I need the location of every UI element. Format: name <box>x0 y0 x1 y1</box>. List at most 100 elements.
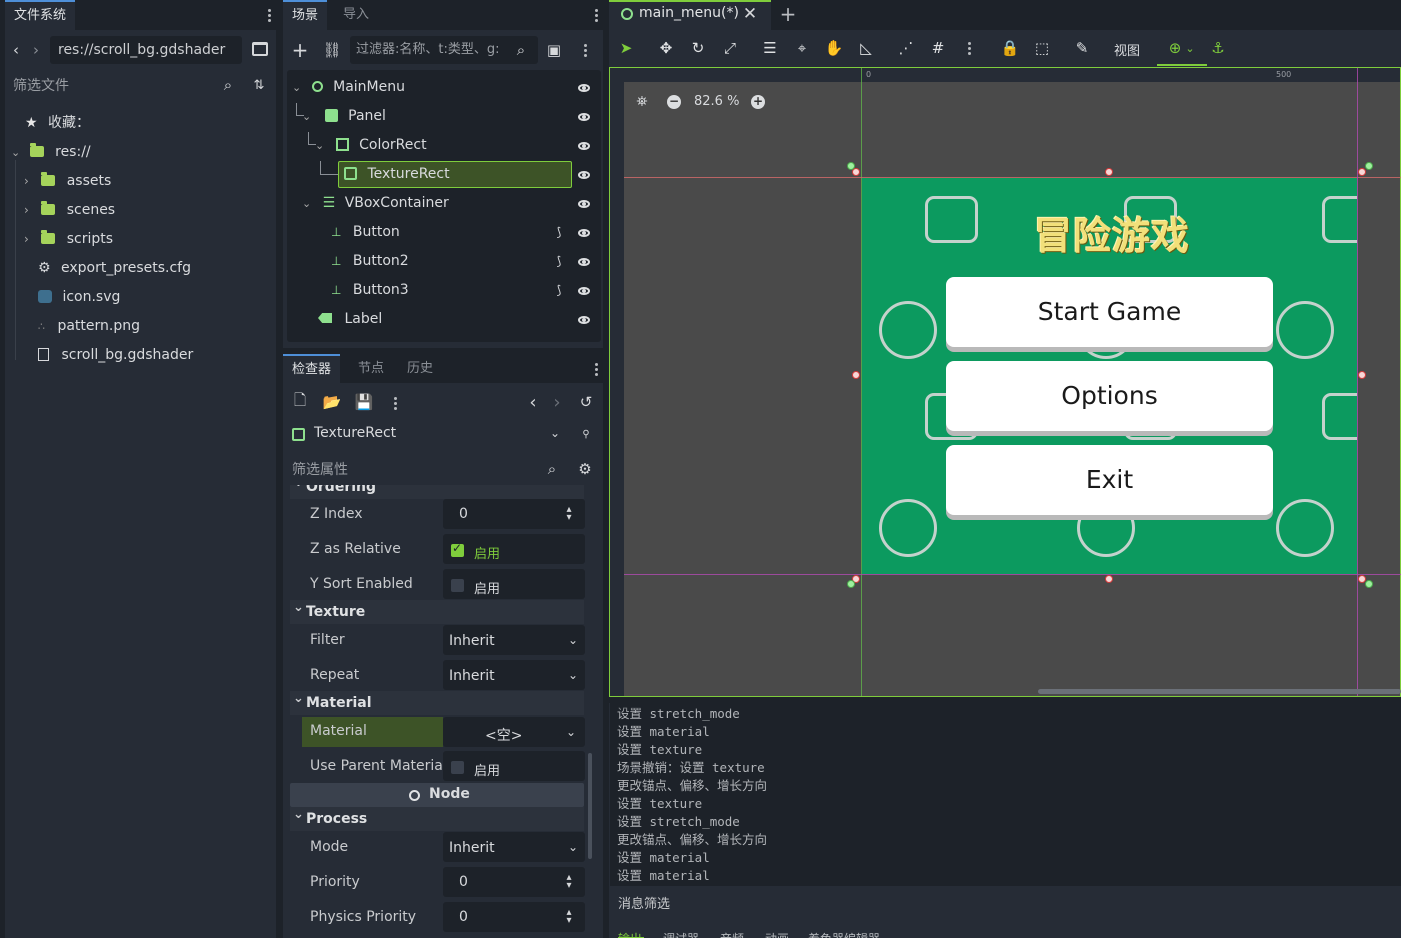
scene-node-button[interactable]: ⊥ Button <box>331 218 400 247</box>
close-icon[interactable]: ✕ <box>742 4 758 24</box>
snap-options-icon[interactable] <box>968 40 972 57</box>
tree-file-export-presets[interactable]: ⚙ export_presets.cfg <box>38 254 191 283</box>
inspector-menu-icon[interactable] <box>595 361 599 378</box>
move-mode-icon[interactable]: ✥ <box>654 36 678 60</box>
tree-file-shader[interactable]: scroll_bg.gdshader <box>38 341 193 370</box>
z-relative-checkbox[interactable] <box>451 541 464 557</box>
history-forward-icon[interactable]: › <box>550 392 564 413</box>
tree-file-pattern[interactable]: ∴ pattern.png <box>38 312 140 341</box>
tree-folder-assets[interactable]: › assets <box>24 167 111 196</box>
back-arrow-icon[interactable]: ‹ <box>9 40 23 60</box>
save-icon[interactable]: 💾 <box>355 393 374 411</box>
sort-icon[interactable]: ⇅ <box>250 76 268 94</box>
instance-scene-icon[interactable]: ▣ <box>545 40 563 60</box>
tab-filesystem[interactable]: 文件系统 <box>5 0 76 30</box>
anchor-handle-br[interactable] <box>1365 580 1373 588</box>
tree-root[interactable]: ⌄ res:// <box>11 138 91 167</box>
tab-history[interactable]: 历史 <box>398 354 442 384</box>
section-material[interactable]: Material <box>290 687 584 715</box>
bottom-tab-animation[interactable]: 动画 <box>765 930 789 938</box>
property-tools-icon[interactable]: ⚙ <box>576 460 594 478</box>
signal-icon[interactable]: ⟆ <box>552 224 566 240</box>
scale-mode-icon[interactable]: ⤢ <box>718 36 742 60</box>
visibility-eye-icon[interactable] <box>578 113 590 121</box>
lock-icon[interactable]: 🔒 <box>998 36 1022 60</box>
list-select-icon[interactable]: ☰ <box>758 36 782 60</box>
signal-icon[interactable]: ⟆ <box>552 253 566 269</box>
object-history-icon[interactable]: ↺ <box>577 393 595 411</box>
tab-scene[interactable]: 场景 <box>283 0 328 30</box>
exit-button[interactable]: Exit <box>946 445 1273 515</box>
smart-snap-icon[interactable]: ⋰ <box>894 36 918 60</box>
tab-inspector[interactable]: 检查器 <box>283 354 341 384</box>
scene-node-button2[interactable]: ⊥ Button2 <box>331 247 409 276</box>
scene-more-icon[interactable] <box>584 42 588 59</box>
anchor-icon[interactable]: ⚓ <box>1206 36 1230 60</box>
doc-icon[interactable]: ⚲ <box>576 424 596 444</box>
grid-snap-icon[interactable]: # <box>926 36 950 60</box>
resize-handle-tr[interactable] <box>1358 168 1366 176</box>
section-ordering[interactable]: Ordering <box>290 485 584 499</box>
resize-handle-right[interactable] <box>1358 371 1366 379</box>
visibility-eye-icon[interactable] <box>578 84 590 92</box>
bottom-tab-debugger[interactable]: 调试器 <box>663 930 699 938</box>
split-view-icon[interactable] <box>252 42 268 56</box>
center-view-icon[interactable]: ⛯ <box>634 93 650 111</box>
canvas-horizontal-scrollbar[interactable] <box>1038 689 1401 694</box>
select-mode-icon[interactable]: ➤ <box>614 36 638 60</box>
scene-node-button3[interactable]: ⊥ Button3 <box>331 276 409 305</box>
open-folder-icon[interactable]: 📂 <box>323 393 342 411</box>
view-menu[interactable]: 视图 <box>1114 40 1140 59</box>
path-field[interactable]: res://scroll_bg.gdshader <box>50 36 242 64</box>
new-resource-icon[interactable]: 🗋 <box>291 391 309 411</box>
inspector-scrollbar[interactable] <box>588 753 592 859</box>
visibility-eye-icon[interactable] <box>578 316 590 324</box>
zoom-out-icon[interactable]: − <box>667 95 681 109</box>
scene-node-vbox[interactable]: ⌄ ☰ VBoxContainer <box>302 189 449 218</box>
visibility-eye-icon[interactable] <box>578 229 590 237</box>
resize-handle-bottom[interactable] <box>1105 575 1113 583</box>
zoom-level[interactable]: 82.6 % <box>694 94 739 109</box>
forward-arrow-icon[interactable]: › <box>29 40 43 60</box>
tree-file-icon-svg[interactable]: icon.svg <box>38 283 120 312</box>
filesystem-menu-icon[interactable] <box>268 7 272 24</box>
visibility-eye-icon[interactable] <box>578 200 590 208</box>
spin-arrows-icon[interactable]: ▴ ▾ <box>563 873 575 891</box>
visibility-eye-icon[interactable] <box>578 287 590 295</box>
pivot-icon[interactable]: ⌖ <box>790 36 814 60</box>
resize-handle-top[interactable] <box>1105 168 1113 176</box>
scene-filter-input[interactable]: 过滤器:名称、t:类型、g: <box>350 36 538 64</box>
history-back-icon[interactable]: ‹ <box>526 392 540 413</box>
anchor-handle-bl[interactable] <box>847 580 855 588</box>
inspector-more-icon[interactable] <box>394 395 398 412</box>
message-filter-input[interactable]: 消息筛选 <box>610 891 1401 919</box>
spin-arrows-icon[interactable]: ▴ ▾ <box>563 908 575 926</box>
filesystem-filter-input[interactable]: 筛选文件 <box>5 72 243 100</box>
ruler-icon[interactable]: ◺ <box>854 36 878 60</box>
bone-icon[interactable]: ✎ <box>1070 36 1094 60</box>
chevron-down-icon[interactable]: ⌄ <box>564 724 578 740</box>
tab-import[interactable]: 导入 <box>334 0 378 30</box>
spin-arrows-icon[interactable]: ▴ ▾ <box>563 505 575 523</box>
use-parent-checkbox[interactable] <box>451 761 464 774</box>
scene-node-mainmenu[interactable]: ⌄ MainMenu <box>292 73 405 102</box>
options-button[interactable]: Options <box>946 361 1273 431</box>
add-node-icon[interactable]: + <box>290 38 310 62</box>
scene-node-label[interactable]: Label <box>318 305 382 334</box>
group-icon[interactable]: ⬚ <box>1030 36 1054 60</box>
section-texture[interactable]: Texture <box>290 596 584 624</box>
section-process[interactable]: Process <box>290 803 584 831</box>
signal-icon[interactable]: ⟆ <box>552 282 566 298</box>
anchor-handle-tr[interactable] <box>1365 162 1373 170</box>
tab-node[interactable]: 节点 <box>349 354 393 384</box>
visibility-eye-icon[interactable] <box>578 142 590 150</box>
inspector-filter-input[interactable]: 筛选属性 <box>288 456 568 484</box>
scene-node-panel[interactable]: ⌄ Panel <box>302 102 386 131</box>
visibility-eye-icon[interactable] <box>578 258 590 266</box>
zoom-in-icon[interactable]: + <box>751 95 765 109</box>
link-icon[interactable]: ⛓ <box>322 40 342 60</box>
tree-folder-scenes[interactable]: › scenes <box>24 196 115 225</box>
scene-node-colorrect[interactable]: ⌄ ColorRect <box>315 131 427 160</box>
bottom-tab-audio[interactable]: 音频 <box>720 930 744 938</box>
y-sort-checkbox[interactable] <box>451 579 464 592</box>
